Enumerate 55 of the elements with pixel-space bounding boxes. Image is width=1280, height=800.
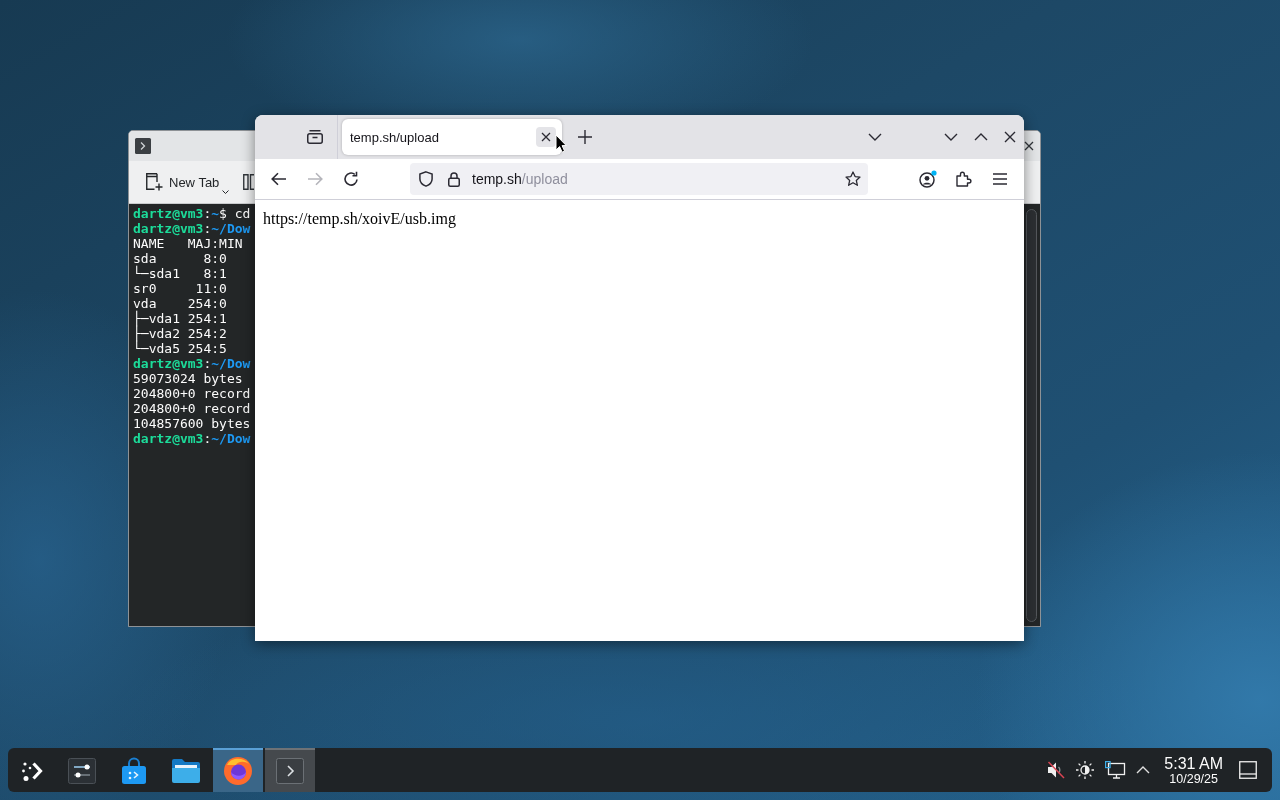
- speaker-muted-icon[interactable]: [1047, 761, 1066, 779]
- launcher-icon[interactable]: [21, 760, 43, 782]
- terminal-line: sr0 11:0: [133, 281, 227, 296]
- reload-icon[interactable]: [343, 171, 359, 187]
- split-view-icon[interactable]: [243, 174, 255, 190]
- terminal-icon: [135, 138, 151, 154]
- menu-icon[interactable]: [993, 173, 1007, 185]
- mouse-cursor-icon: [555, 134, 567, 153]
- monitor-icon[interactable]: [1105, 761, 1126, 779]
- chevron-up-icon[interactable]: [974, 133, 988, 141]
- browser-tab[interactable]: temp.sh/upload: [342, 119, 562, 155]
- caret-down-icon[interactable]: [222, 190, 230, 194]
- terminal-line: ├─vda1 254:1: [133, 311, 227, 326]
- address-field[interactable]: temp.sh/upload: [410, 163, 868, 195]
- terminal-line: 104857600 bytes: [133, 416, 251, 431]
- folder-icon[interactable]: [171, 758, 201, 784]
- terminal-line: NAME MAJ:MIN: [133, 236, 243, 251]
- arrow-left-icon[interactable]: [271, 172, 287, 186]
- drawer-icon[interactable]: [307, 130, 323, 144]
- close-tab-button[interactable]: [536, 127, 556, 147]
- terminal-line: 59073024 bytes: [133, 371, 243, 386]
- clock-time[interactable]: 5:31 AM: [1164, 754, 1223, 772]
- chevron-down-icon[interactable]: [944, 133, 958, 141]
- terminal-line: └─sda1 8:1: [133, 266, 227, 281]
- terminal-line: dartz@vm3:~/Dow: [133, 431, 251, 446]
- chevron-down-icon[interactable]: [868, 133, 882, 141]
- shopping-bag-icon[interactable]: [121, 757, 147, 785]
- scrollbar[interactable]: [1026, 209, 1037, 622]
- fox-globe-icon[interactable]: [223, 756, 253, 786]
- account-icon[interactable]: [919, 170, 937, 188]
- terminal-icon[interactable]: [276, 758, 304, 784]
- new-tab-icon[interactable]: [145, 173, 163, 191]
- terminal-line: dartz@vm3:~/Dow: [133, 221, 251, 236]
- shield-icon[interactable]: [419, 171, 433, 187]
- puzzle-icon[interactable]: [956, 171, 972, 187]
- terminal-line: 204800+0 record: [133, 401, 251, 416]
- sun-icon[interactable]: [1076, 761, 1095, 779]
- terminal-line: └─vda5 254:5: [133, 341, 227, 356]
- close-icon[interactable]: [1024, 141, 1034, 151]
- clock-date[interactable]: 10/29/25: [1169, 771, 1218, 786]
- close-icon[interactable]: [541, 132, 551, 142]
- sliders-icon[interactable]: [68, 758, 96, 784]
- terminal-line: vda 254:0: [133, 296, 227, 311]
- terminal-line: ├─vda2 254:2: [133, 326, 227, 341]
- page-text: https://temp.sh/xoivE/usb.img: [263, 210, 456, 228]
- lock-icon[interactable]: [448, 171, 460, 187]
- new-tab-button[interactable]: New Tab: [145, 168, 230, 196]
- star-icon[interactable]: [845, 171, 861, 187]
- terminal-line: sda 8:0: [133, 251, 227, 266]
- terminal-line: 204800+0 record: [133, 386, 251, 401]
- plus-icon[interactable]: [578, 130, 592, 144]
- terminal-line: dartz@vm3:~/Dow: [133, 356, 251, 371]
- show-desktop-icon[interactable]: [1239, 761, 1257, 779]
- close-icon[interactable]: [1004, 131, 1016, 143]
- terminal-line: dartz@vm3:~$ cd: [133, 206, 251, 221]
